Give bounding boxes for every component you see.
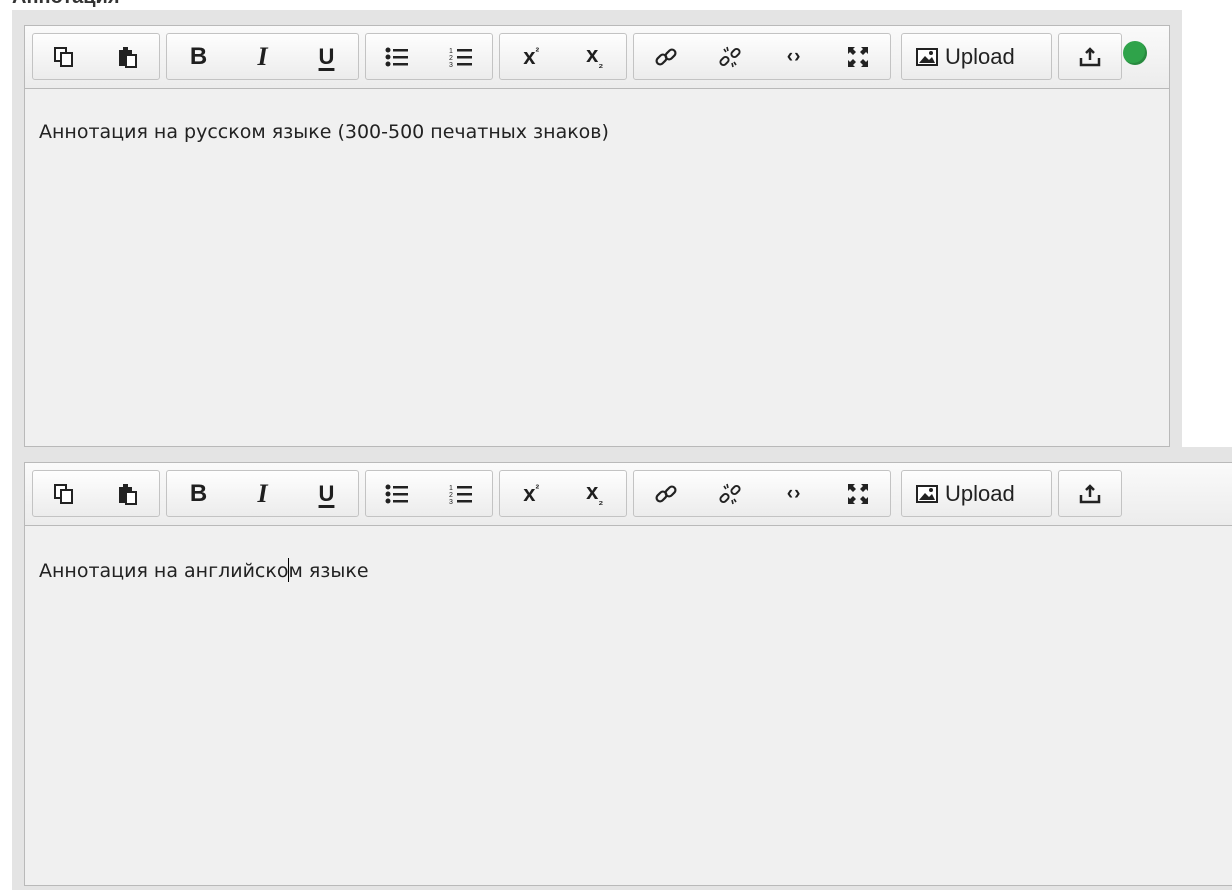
upload-arrow-icon (1079, 483, 1101, 503)
image-icon (916, 47, 938, 66)
insert-group: ‹› (633, 470, 891, 517)
bold-icon: B (189, 42, 208, 70)
upload-button[interactable]: Upload (902, 471, 1029, 516)
svg-text:3: 3 (449, 499, 453, 505)
upload-arrow-icon (1079, 46, 1101, 66)
numbered-list-button[interactable]: 123 (429, 471, 493, 516)
svg-text:2: 2 (449, 55, 453, 62)
underline-button[interactable]: U (294, 34, 358, 79)
annotation-ru-editor: B I U 123 x² x₂ ‹› Upload Аннотация на р… (24, 25, 1170, 447)
copy-icon (54, 46, 74, 67)
code-button[interactable]: ‹› (762, 471, 826, 516)
link-button[interactable] (634, 471, 697, 516)
format-group: B I U (166, 33, 359, 80)
editor-text-before-caret: Аннотация на английско (39, 560, 289, 582)
copy-button[interactable] (33, 471, 96, 516)
code-icon: ‹› (786, 45, 802, 67)
subscript-button[interactable]: x₂ (563, 34, 627, 79)
subscript-button[interactable]: x₂ (563, 471, 627, 516)
script-group: x² x₂ (499, 33, 627, 80)
editor-toolbar: B I U 123 x² x₂ ‹› Upload (25, 26, 1169, 89)
bold-button[interactable]: B (167, 471, 230, 516)
list-group: 123 (365, 470, 493, 517)
link-icon (655, 47, 677, 66)
numbered-list-button[interactable]: 123 (429, 34, 493, 79)
fullscreen-button[interactable] (826, 34, 890, 79)
svg-text:1: 1 (449, 485, 453, 492)
section-title: Аннотация (12, 0, 120, 9)
svg-text:3: 3 (449, 62, 453, 68)
upload-arrow-button[interactable] (1059, 34, 1121, 79)
svg-text:1: 1 (449, 48, 453, 55)
annotation-en-editor: B I U 123 x² x₂ ‹› Upload Аннотация на а… (24, 462, 1232, 886)
editor-text: Аннотация на русском языке (300-500 печа… (39, 121, 609, 143)
fullscreen-button[interactable] (826, 471, 890, 516)
upload-group: Upload (901, 470, 1052, 517)
superscript-icon: x² (523, 43, 540, 69)
upload-label: Upload (945, 480, 1015, 506)
code-icon: ‹› (786, 482, 802, 504)
globe-icon[interactable] (1123, 41, 1147, 65)
editor-content[interactable]: Аннотация на английском языке (39, 558, 369, 582)
superscript-button[interactable]: x² (500, 34, 563, 79)
bulleted-list-button[interactable] (366, 34, 429, 79)
numbered-list-icon: 123 (449, 48, 472, 68)
clipboard-group (32, 470, 160, 517)
bold-icon: B (189, 479, 208, 507)
upload-button[interactable]: Upload (902, 34, 1029, 79)
numbered-list-icon: 123 (449, 485, 472, 505)
underline-icon: U (318, 480, 335, 506)
list-group: 123 (365, 33, 493, 80)
copy-icon (54, 483, 74, 504)
paste-button[interactable] (96, 34, 160, 79)
image-icon (916, 484, 938, 503)
paste-icon (118, 46, 137, 68)
insert-group: ‹› (633, 33, 891, 80)
fullscreen-icon (848, 46, 869, 67)
paste-button[interactable] (96, 471, 160, 516)
export-group (1058, 470, 1122, 517)
italic-button[interactable]: I (230, 471, 294, 516)
editor-content[interactable]: Аннотация на русском языке (300-500 печа… (39, 121, 609, 143)
subscript-icon: x₂ (586, 479, 604, 508)
italic-icon: I (257, 478, 268, 508)
italic-icon: I (257, 41, 268, 71)
bulleted-list-button[interactable] (366, 471, 429, 516)
bulleted-list-icon (385, 47, 409, 66)
format-group: B I U (166, 470, 359, 517)
svg-text:2: 2 (449, 492, 453, 499)
editor-toolbar: B I U 123 x² x₂ ‹› Upload (25, 463, 1232, 526)
clipboard-group (32, 33, 160, 80)
bulleted-list-icon (385, 484, 409, 503)
unlink-button[interactable] (697, 34, 761, 79)
link-button[interactable] (634, 34, 697, 79)
upload-group: Upload (901, 33, 1052, 80)
underline-icon: U (318, 43, 335, 69)
superscript-icon: x² (523, 480, 540, 506)
export-group (1058, 33, 1122, 80)
italic-button[interactable]: I (230, 34, 294, 79)
upload-arrow-button[interactable] (1059, 471, 1121, 516)
copy-button[interactable] (33, 34, 96, 79)
unlink-button[interactable] (697, 471, 761, 516)
subscript-icon: x₂ (586, 42, 604, 71)
unlink-icon (719, 46, 741, 67)
fullscreen-icon (848, 483, 869, 504)
upload-label: Upload (945, 43, 1015, 69)
script-group: x² x₂ (499, 470, 627, 517)
link-icon (655, 484, 677, 503)
code-button[interactable]: ‹› (762, 34, 826, 79)
underline-button[interactable]: U (294, 471, 358, 516)
bold-button[interactable]: B (167, 34, 230, 79)
superscript-button[interactable]: x² (500, 471, 563, 516)
paste-icon (118, 483, 137, 505)
editor-text-after-caret: м языке (288, 560, 369, 582)
unlink-icon (719, 483, 741, 504)
